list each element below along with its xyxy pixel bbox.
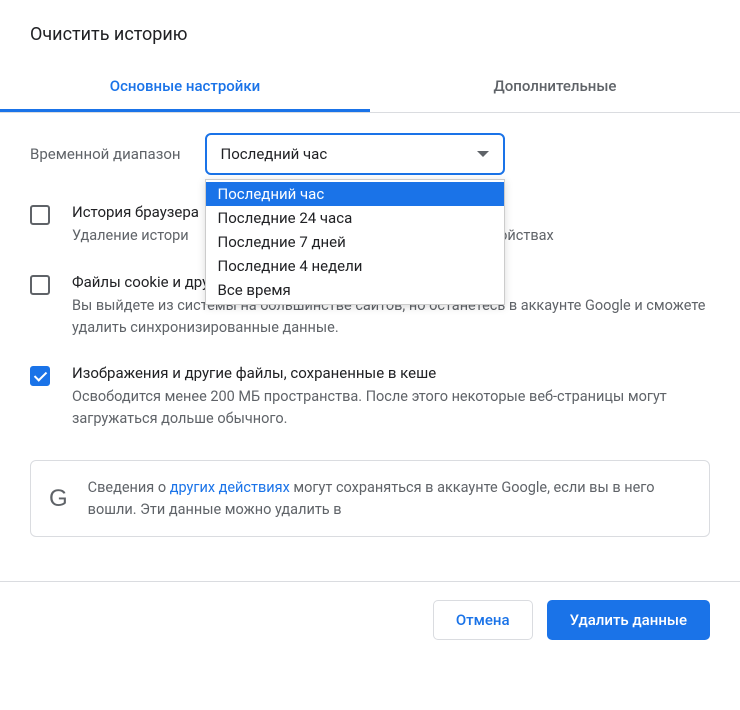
tab-basic[interactable]: Основные настройки (0, 63, 370, 112)
option-cache: Изображения и другие файлы, сохраненные … (30, 364, 710, 430)
other-activity-link[interactable]: других действиях (170, 479, 290, 496)
time-range-dropdown: Последний час Последние 24 часа Последни… (205, 179, 505, 305)
dropdown-option-last-hour[interactable]: Последний час (206, 182, 504, 206)
google-info-box: G Сведения о других действиях могут сохр… (30, 460, 710, 538)
checkbox-cookies[interactable] (30, 275, 50, 295)
option-title: Изображения и другие файлы, сохраненные … (72, 364, 710, 382)
checkbox-browsing-history[interactable] (30, 205, 50, 225)
time-range-label: Временной диапазон (30, 145, 181, 163)
time-range-selected: Последний час (221, 145, 328, 163)
dropdown-option-4-weeks[interactable]: Последние 4 недели (206, 254, 504, 278)
google-logo-icon: G (49, 481, 68, 517)
clear-browsing-data-dialog: Очистить историю Основные настройки Допо… (0, 0, 740, 658)
checkbox-cache[interactable] (30, 366, 50, 386)
dialog-title: Очистить историю (30, 24, 710, 45)
tabs: Основные настройки Дополнительные (0, 63, 740, 113)
chevron-down-icon (477, 151, 489, 157)
dropdown-option-24-hours[interactable]: Последние 24 часа (206, 206, 504, 230)
dialog-footer: Отмена Удалить данные (0, 581, 740, 658)
dropdown-option-all-time[interactable]: Все время (206, 278, 504, 302)
cancel-button[interactable]: Отмена (433, 600, 533, 640)
tab-advanced[interactable]: Дополнительные (370, 63, 740, 112)
info-text: Сведения о других действиях могут сохран… (88, 477, 691, 521)
time-range-row: Временной диапазон Последний час Последн… (30, 133, 710, 175)
confirm-button[interactable]: Удалить данные (547, 600, 710, 640)
option-desc: Освободится менее 200 МБ пространства. П… (72, 386, 710, 430)
time-range-select[interactable]: Последний час (205, 133, 505, 175)
dropdown-option-7-days[interactable]: Последние 7 дней (206, 230, 504, 254)
